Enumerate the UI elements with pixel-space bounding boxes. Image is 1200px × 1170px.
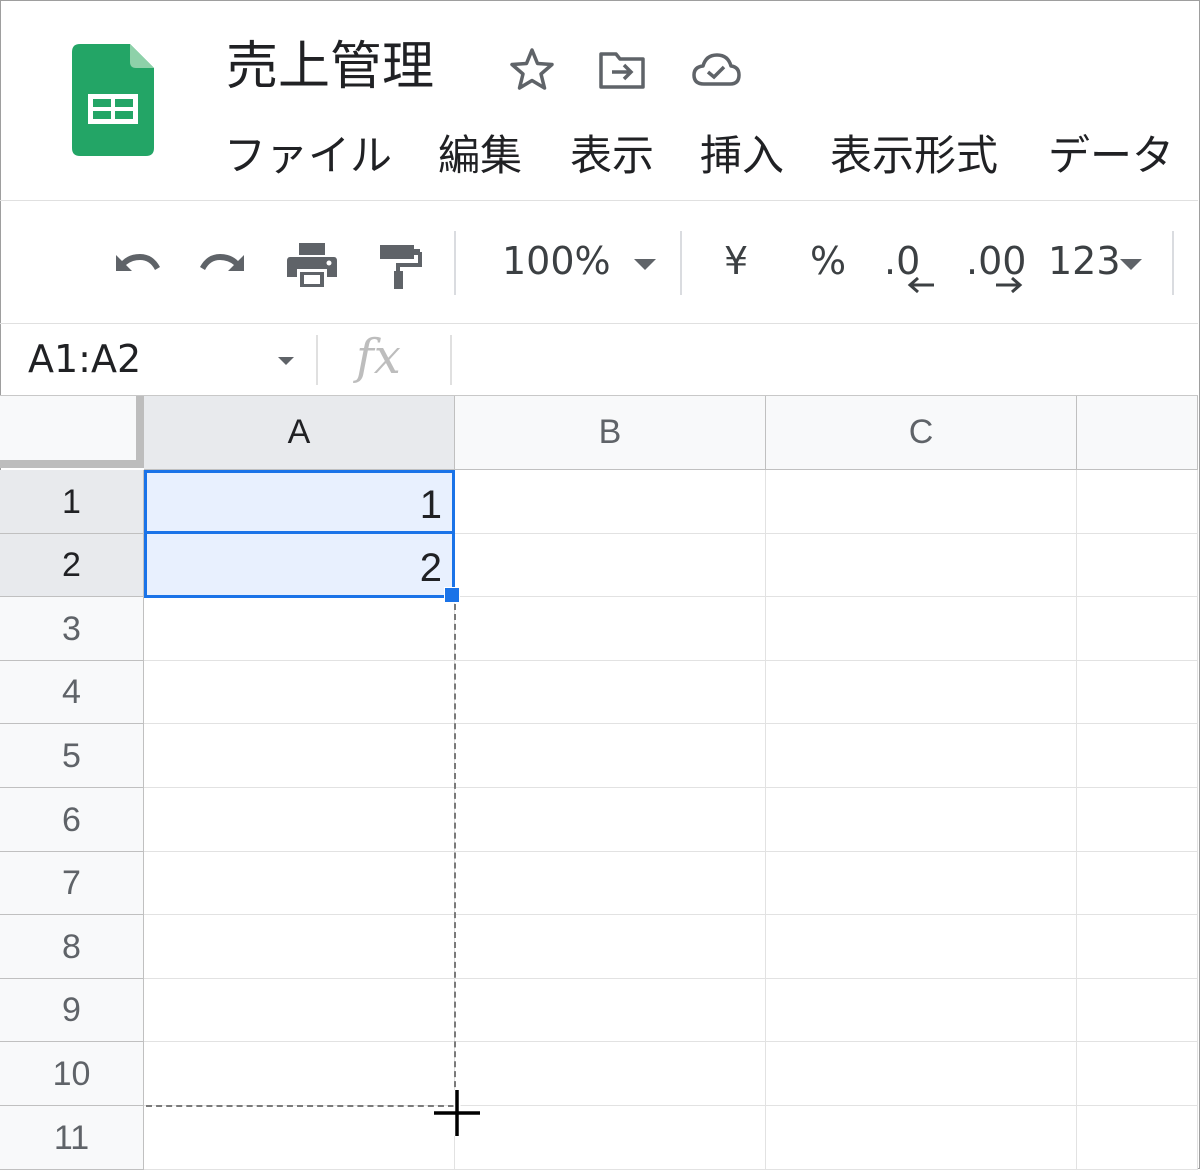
cell-b8[interactable]: [455, 915, 766, 979]
currency-format-button[interactable]: ¥: [724, 237, 748, 285]
formula-input[interactable]: [470, 333, 1170, 385]
arrow-left-icon: [907, 276, 934, 294]
move-to-folder-icon[interactable]: [596, 44, 648, 96]
arrow-right-icon: [996, 276, 1023, 294]
cell-b5[interactable]: [455, 724, 766, 788]
cell-c11[interactable]: [766, 1106, 1077, 1170]
row-header-3[interactable]: 3: [0, 597, 144, 661]
cell-b10[interactable]: [455, 1042, 766, 1106]
cell-b6[interactable]: [455, 788, 766, 852]
toolbar: 100% ¥ % .0 .00 123: [0, 200, 1198, 324]
menu-item-data[interactable]: データ: [1048, 124, 1174, 188]
cell-c7[interactable]: [766, 852, 1077, 915]
cell-a7[interactable]: [144, 852, 455, 915]
cell-d4[interactable]: [1077, 661, 1198, 724]
zoom-select[interactable]: 100%: [502, 237, 611, 285]
cell-c10[interactable]: [766, 1042, 1077, 1106]
cell-c8[interactable]: [766, 915, 1077, 979]
print-icon[interactable]: [284, 237, 340, 293]
cell-b11[interactable]: [455, 1106, 766, 1170]
zoom-dropdown-arrow-icon[interactable]: [634, 259, 656, 270]
column-header-a[interactable]: A: [144, 396, 455, 470]
column-header-b[interactable]: B: [455, 396, 766, 470]
cell-d2[interactable]: [1077, 534, 1198, 597]
fill-drag-outline: [146, 1105, 454, 1107]
cell-a3[interactable]: [144, 597, 455, 661]
more-formats-button[interactable]: 123: [1048, 237, 1121, 285]
fx-icon: fx: [356, 329, 401, 385]
cell-a2[interactable]: 2: [144, 534, 455, 597]
cell-d3[interactable]: [1077, 597, 1198, 661]
cell-a6[interactable]: [144, 788, 455, 852]
cell-c4[interactable]: [766, 661, 1077, 724]
row-header-10[interactable]: 10: [0, 1042, 144, 1106]
cell-c3[interactable]: [766, 597, 1077, 661]
row-header-2[interactable]: 2: [0, 534, 144, 597]
crosshair-cursor-icon: [434, 1090, 480, 1136]
sheets-logo-icon[interactable]: [72, 44, 154, 156]
formula-separator: [316, 335, 318, 385]
document-title[interactable]: 売上管理: [226, 32, 434, 102]
cell-a1[interactable]: 1: [144, 470, 455, 534]
row-header-8[interactable]: 8: [0, 915, 144, 979]
cell-b7[interactable]: [455, 852, 766, 915]
menu-item-view[interactable]: 表示: [570, 124, 654, 188]
menu-item-edit[interactable]: 編集: [438, 124, 522, 188]
toolbar-separator: [1172, 231, 1174, 295]
row-header-1[interactable]: 1: [0, 470, 144, 534]
toolbar-separator: [454, 231, 456, 295]
cell-a10[interactable]: [144, 1042, 455, 1106]
column-header-d[interactable]: [1077, 396, 1198, 470]
name-box[interactable]: A1:A2: [28, 333, 141, 385]
column-header-c[interactable]: C: [766, 396, 1077, 470]
cell-c1[interactable]: [766, 470, 1077, 534]
cell-a8[interactable]: [144, 915, 455, 979]
cell-d11[interactable]: [1077, 1106, 1198, 1170]
cell-a4[interactable]: [144, 661, 455, 724]
cell-d10[interactable]: [1077, 1042, 1198, 1106]
cell-c2[interactable]: [766, 534, 1077, 597]
cell-d7[interactable]: [1077, 852, 1198, 915]
paint-format-icon[interactable]: [372, 237, 428, 293]
cell-b1[interactable]: [455, 470, 766, 534]
row-header-5[interactable]: 5: [0, 724, 144, 788]
cell-b4[interactable]: [455, 661, 766, 724]
row-header-9[interactable]: 9: [0, 979, 144, 1042]
fill-handle[interactable]: [444, 587, 460, 603]
redo-icon[interactable]: [196, 237, 252, 293]
cell-d5[interactable]: [1077, 724, 1198, 788]
formula-bar: A1:A2 fx: [0, 323, 1198, 396]
cell-b9[interactable]: [455, 979, 766, 1042]
star-icon[interactable]: [506, 44, 558, 96]
cell-c9[interactable]: [766, 979, 1077, 1042]
menu-item-insert[interactable]: 挿入: [700, 124, 784, 188]
formula-separator: [450, 335, 452, 385]
cell-c5[interactable]: [766, 724, 1077, 788]
cell-a11[interactable]: [144, 1106, 455, 1170]
row-header-11[interactable]: 11: [0, 1106, 144, 1170]
row-header-4[interactable]: 4: [0, 661, 144, 724]
row-header-7[interactable]: 7: [0, 852, 144, 915]
cell-b3[interactable]: [455, 597, 766, 661]
cell-c6[interactable]: [766, 788, 1077, 852]
row-header-6[interactable]: 6: [0, 788, 144, 852]
cloud-saved-icon[interactable]: [690, 44, 742, 96]
menu-item-file[interactable]: ファイル: [224, 124, 392, 188]
cell-b2[interactable]: [455, 534, 766, 597]
cell-a9[interactable]: [144, 979, 455, 1042]
cell-d8[interactable]: [1077, 915, 1198, 979]
cell-a5[interactable]: [144, 724, 455, 788]
more-formats-arrow-icon[interactable]: [1120, 259, 1142, 270]
select-all-corner[interactable]: [0, 396, 144, 468]
fill-drag-outline: [454, 604, 456, 1107]
cell-d9[interactable]: [1077, 979, 1198, 1042]
toolbar-separator: [680, 231, 682, 295]
cell-d1[interactable]: [1077, 470, 1198, 534]
undo-icon[interactable]: [108, 237, 164, 293]
menu-item-format[interactable]: 表示形式: [830, 124, 998, 188]
cell-d6[interactable]: [1077, 788, 1198, 852]
name-box-dropdown-icon[interactable]: [278, 357, 294, 365]
percent-format-button[interactable]: %: [810, 237, 846, 285]
